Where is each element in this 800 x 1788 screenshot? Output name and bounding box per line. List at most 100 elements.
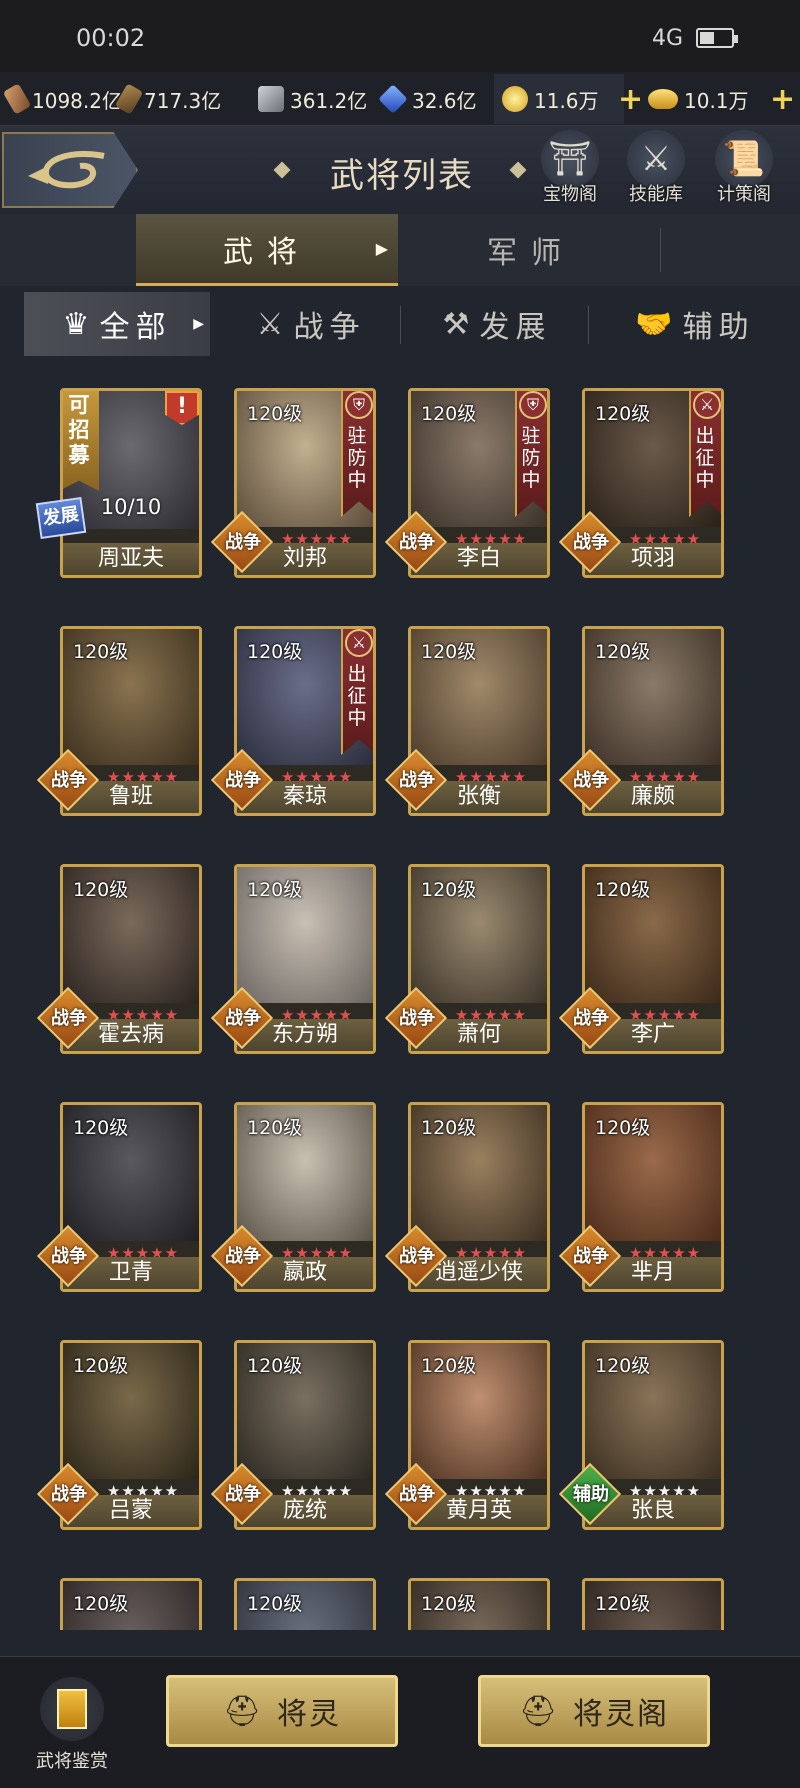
general-card[interactable]: 120级 ★★★★★ 卫青 战争: [36, 1094, 202, 1292]
tab-generals-label: 武将: [223, 234, 311, 270]
handshake-icon: 🤝: [635, 306, 673, 342]
general-card[interactable]: 120级 ★★★★★ 东方朔 战争: [210, 856, 376, 1054]
card-frame: 可招募! 10/10 周亚夫: [60, 388, 202, 578]
strategy-pavilion-label: 计策阁: [717, 184, 771, 205]
strategy-pavilion-icon: 📜: [722, 139, 766, 179]
back-button[interactable]: [2, 132, 138, 208]
level-label: 120级: [595, 879, 651, 901]
general-card[interactable]: 120级 ★★★★★ 嬴政 战争: [210, 1094, 376, 1292]
crystal-icon: [378, 84, 408, 114]
level-label: 120级: [247, 1117, 303, 1139]
level-label: 120级: [421, 641, 477, 663]
general-card[interactable]: 120级 ★★★★★ 张良 辅助: [558, 1332, 724, 1530]
general-card[interactable]: 120级 ★★★★★ 吕蒙 战争: [36, 1332, 202, 1530]
strategy-pavilion-button[interactable]: 📜 计策阁: [706, 130, 782, 210]
type-badge-label: 战争: [225, 1008, 261, 1029]
general-card[interactable]: 120级: [568, 1570, 724, 1630]
gold-ingot-icon: [648, 89, 678, 109]
wood-resource: 1098.2亿: [2, 83, 122, 115]
level-label: 120级: [73, 1355, 129, 1377]
divider: [660, 228, 661, 272]
general-card[interactable]: 120级 ★★★★★ 黄月英 战争: [384, 1332, 550, 1530]
general-grid: 可招募! 10/10 周亚夫 发展 120级 ⛨ 驻防中 ★★★★★ 刘邦 战争 120级 ⛨ 驻防中 ★…: [0, 380, 800, 1630]
general-card[interactable]: 120级 ★★★★★ 李广 战争: [558, 856, 724, 1054]
helmet-icon: ⛑: [222, 1693, 264, 1729]
spirit-pavilion-button[interactable]: ⛑ 将灵阁: [478, 1675, 710, 1747]
spirit-button[interactable]: ⛑ 将灵: [166, 1675, 398, 1747]
type-badge-label: 战争: [225, 1484, 261, 1505]
status-label: 出征中: [695, 425, 715, 491]
type-badge-label: 战争: [225, 1246, 261, 1267]
level-label: 120级: [595, 1355, 651, 1377]
level-label: 120级: [421, 403, 477, 425]
chevron-right-icon: ▶: [193, 316, 204, 332]
filter-tab-support[interactable]: 🤝 辅助: [600, 292, 790, 356]
level-label: 120级: [421, 879, 477, 901]
general-card[interactable]: 120级: [394, 1570, 550, 1630]
helmet-icon: ⛑: [518, 1693, 560, 1729]
general-card[interactable]: 120级 ★★★★★ 庞统 战争: [210, 1332, 376, 1530]
network-indicator: 4G: [652, 26, 684, 51]
level-label: 120级: [247, 403, 303, 425]
general-card[interactable]: 120级: [46, 1570, 202, 1630]
battery-icon: [696, 28, 738, 48]
type-badge-label: 战争: [51, 770, 87, 791]
title-deco-left: [273, 161, 291, 179]
filter-tab-all-label: 全部: [99, 310, 172, 345]
filter-tab-develop-label: 发展: [479, 310, 552, 345]
skill-library-icon: ⚔: [640, 139, 672, 179]
general-card[interactable]: 120级 ⚔ 出征中 ★★★★★ 秦琼 战争: [210, 618, 376, 816]
card-frame: 120级: [408, 1578, 550, 1630]
tab-advisors[interactable]: 军师: [400, 214, 662, 286]
general-card[interactable]: 120级 ★★★★★ 萧何 战争: [384, 856, 550, 1054]
general-card[interactable]: 可招募! 10/10 周亚夫 发展: [35, 380, 202, 578]
general-card[interactable]: 120级 ★★★★★ 廉颇 战争: [558, 618, 724, 816]
filter-tab-war[interactable]: ⚔ 战争: [226, 292, 396, 356]
general-card[interactable]: 120级 ★★★★★ 霍去病 战争: [36, 856, 202, 1054]
level-label: 120级: [595, 641, 651, 663]
general-card[interactable]: 120级: [220, 1570, 376, 1630]
status-label: 出征中: [347, 663, 367, 729]
level-label: 120级: [247, 641, 303, 663]
tab-generals[interactable]: 武将 ▶: [136, 214, 398, 286]
type-badge-label: 战争: [225, 532, 261, 553]
type-badge-label: 战争: [399, 1484, 435, 1505]
skill-library-button[interactable]: ⚔ 技能库: [618, 130, 694, 210]
general-card[interactable]: 120级 ★★★★★ 鲁班 战争: [36, 618, 202, 816]
chevron-right-icon: ▶: [375, 239, 388, 258]
main-tabs: 武将 ▶ 军师: [0, 214, 800, 286]
filter-tab-support-label: 辅助: [682, 310, 755, 345]
filter-tab-war-label: 战争: [293, 310, 366, 345]
general-card[interactable]: 120级 ★★★★★ 张衡 战争: [384, 618, 550, 816]
add-coin-button[interactable]: +: [618, 82, 643, 117]
type-badge-label: 战争: [399, 1246, 435, 1267]
treasure-pavilion-label: 宝物阁: [543, 184, 597, 205]
divider: [588, 306, 589, 344]
general-card[interactable]: 120级 ★★★★★ 逍遥少侠 战争: [384, 1094, 550, 1292]
general-card[interactable]: 120级 ★★★★★ 芈月 战争: [558, 1094, 724, 1292]
general-card[interactable]: 120级 ⚔ 出征中 ★★★★★ 项羽 战争: [558, 380, 724, 578]
level-label: 120级: [595, 1593, 651, 1615]
page-title: 武将列表: [330, 156, 474, 196]
battery-level-fill: [700, 32, 714, 44]
type-badge-label: 战争: [399, 1008, 435, 1029]
filter-tab-all[interactable]: ♛ 全部 ▶: [24, 292, 210, 356]
level-label: 120级: [421, 1355, 477, 1377]
resource-value: 10.1万: [684, 88, 749, 113]
title-deco-right: [509, 161, 527, 179]
type-badge-label: 战争: [399, 770, 435, 791]
general-card[interactable]: 120级 ⛨ 驻防中 ★★★★★ 李白 战争: [384, 380, 550, 578]
level-label: 120级: [421, 1593, 477, 1615]
ingot-resource: 10.1万: [648, 84, 749, 114]
level-label: 120级: [247, 1593, 303, 1615]
general-appraise-button[interactable]: 武将鉴赏: [22, 1677, 122, 1787]
clock: 00:02: [76, 24, 146, 52]
general-name: 周亚夫: [63, 543, 199, 575]
bottom-bar: 武将鉴赏 ⛑ 将灵 ⛑ 将灵阁: [0, 1656, 800, 1788]
level-label: 120级: [247, 1355, 303, 1377]
add-ingot-button[interactable]: +: [770, 82, 795, 117]
filter-tab-develop[interactable]: ⚒ 发展: [412, 292, 582, 356]
general-card[interactable]: 120级 ⛨ 驻防中 ★★★★★ 刘邦 战争: [210, 380, 376, 578]
treasure-pavilion-button[interactable]: ⛩ 宝物阁: [532, 130, 608, 210]
crystal-resource: 32.6亿: [378, 84, 477, 114]
